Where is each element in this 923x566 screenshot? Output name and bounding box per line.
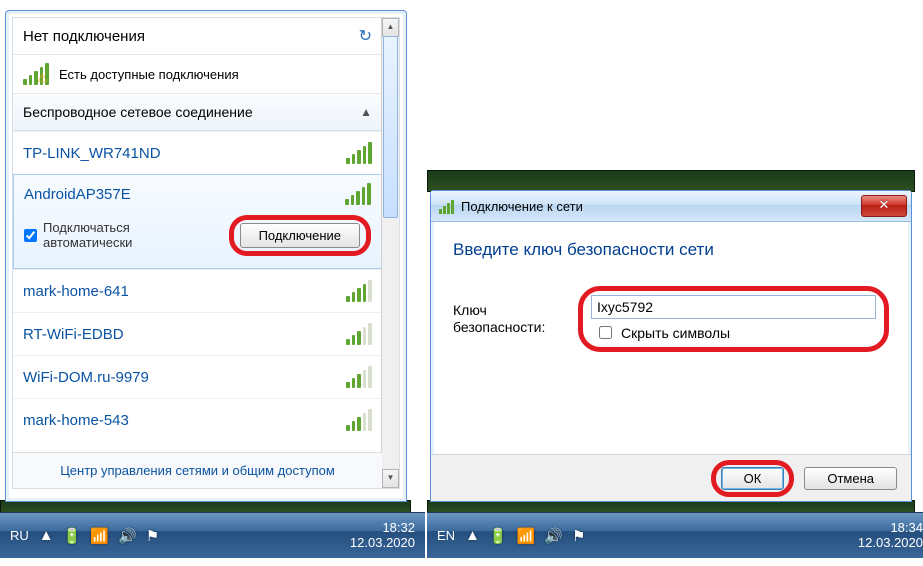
lang-indicator[interactable]: RU [10,528,29,543]
signal-icon [346,280,372,302]
tray-icons: ▲ 🔋 📶 🔊 ⚑ [465,527,585,545]
scrollbar[interactable]: ▲ ▼ [381,18,399,488]
network-item[interactable]: WiFi-DOM.ru-9979 [13,355,382,398]
titlebar[interactable]: Подключение к сети ✕ [431,191,911,222]
network-item[interactable]: RT-WiFi-EDBD [13,312,382,355]
hide-chars-label: Скрыть символы [621,325,730,341]
auto-connect-label: Подключаться автоматически [43,221,221,250]
wifi-networks-popup: ▲ ▼ Нет подключения ↻ Есть доступные под… [5,10,407,502]
lang-indicator[interactable]: EN [437,528,455,543]
ok-button[interactable]: ОК [721,467,785,490]
network-name: WiFi-DOM.ru-9979 [23,369,149,386]
signal-warning-icon [23,63,49,85]
network-center-link[interactable]: Центр управления сетями и общим доступом [13,452,382,488]
taskbar-time: 18:32 [350,521,415,536]
signal-icon [346,142,372,164]
no-connection-row: Нет подключения ↻ [13,18,382,55]
tray-up-icon[interactable]: ▲ [465,527,480,544]
signal-icon [346,323,372,345]
tray-icons: ▲ 🔋 📶 🔊 ⚑ [39,527,159,545]
scroll-down-arrow[interactable]: ▼ [382,469,399,488]
taskbar-right[interactable]: EN ▲ 🔋 📶 🔊 ⚑ 18:34 12.03.2020 [427,512,923,558]
connect-network-dialog: Подключение к сети ✕ Введите ключ безопа… [430,190,912,502]
available-connections-row: Есть доступные подключения [13,55,382,94]
taskbar-left[interactable]: RU ▲ 🔋 📶 🔊 ⚑ 18:32 12.03.2020 [0,512,425,558]
hide-chars-input[interactable] [599,326,612,339]
network-name: TP-LINK_WR741ND [23,145,161,162]
network-name: mark-home-641 [23,283,129,300]
taskbar-date: 12.03.2020 [858,536,923,551]
connect-button[interactable]: Подключение [240,223,360,248]
highlight-connect: Подключение [229,215,371,256]
wifi-tray-icon[interactable]: 📶 [90,527,109,545]
wireless-section-header[interactable]: Беспроводное сетевое соединение ▲ [13,94,382,131]
desktop-bg [427,170,915,192]
signal-icon [346,409,372,431]
security-key-label: Ключ безопасности: [453,302,568,337]
network-item-selected[interactable]: AndroidAP357E Подключаться автоматически… [13,174,382,269]
highlight-key-input: Скрыть символы [578,286,889,352]
close-button[interactable]: ✕ [861,195,907,217]
taskbar-datetime[interactable]: 18:34 12.03.2020 [858,521,923,551]
auto-connect-input[interactable] [24,229,37,242]
flag-icon[interactable]: ⚑ [146,527,159,545]
battery-icon[interactable]: 🔋 [63,527,82,545]
wifi-tray-icon[interactable]: 📶 [517,527,536,545]
network-item[interactable]: TP-LINK_WR741ND [13,131,382,174]
no-connection-label: Нет подключения [23,28,145,45]
available-label: Есть доступные подключения [59,67,239,82]
scroll-thumb[interactable] [383,36,398,218]
dialog-heading: Введите ключ безопасности сети [453,240,889,260]
dialog-title: Подключение к сети [461,199,583,214]
network-item[interactable]: mark-home-543 [13,398,382,441]
network-name: AndroidAP357E [24,186,131,203]
network-name: mark-home-543 [23,412,129,429]
security-key-input[interactable] [591,295,876,319]
hide-chars-checkbox[interactable]: Скрыть символы [595,323,730,342]
dialog-footer: ОК Отмена [431,454,911,501]
taskbar-datetime[interactable]: 18:32 12.03.2020 [350,521,415,551]
scroll-up-arrow[interactable]: ▲ [382,18,399,37]
network-icon [439,198,455,214]
network-item[interactable]: mark-home-641 [13,269,382,312]
collapse-icon[interactable]: ▲ [360,105,372,119]
battery-icon[interactable]: 🔋 [489,527,508,545]
signal-icon [345,183,371,205]
volume-icon[interactable]: 🔊 [544,527,563,545]
taskbar-date: 12.03.2020 [350,536,415,551]
highlight-ok: ОК [711,460,795,497]
tray-up-icon[interactable]: ▲ [39,527,54,544]
taskbar-time: 18:34 [858,521,923,536]
volume-icon[interactable]: 🔊 [118,527,137,545]
wireless-header-label: Беспроводное сетевое соединение [23,104,253,120]
flag-icon[interactable]: ⚑ [572,527,585,545]
cancel-button[interactable]: Отмена [804,467,897,490]
network-name: RT-WiFi-EDBD [23,326,124,343]
signal-icon [346,366,372,388]
auto-connect-checkbox[interactable]: Подключаться автоматически [24,221,221,250]
refresh-icon[interactable]: ↻ [359,26,372,46]
